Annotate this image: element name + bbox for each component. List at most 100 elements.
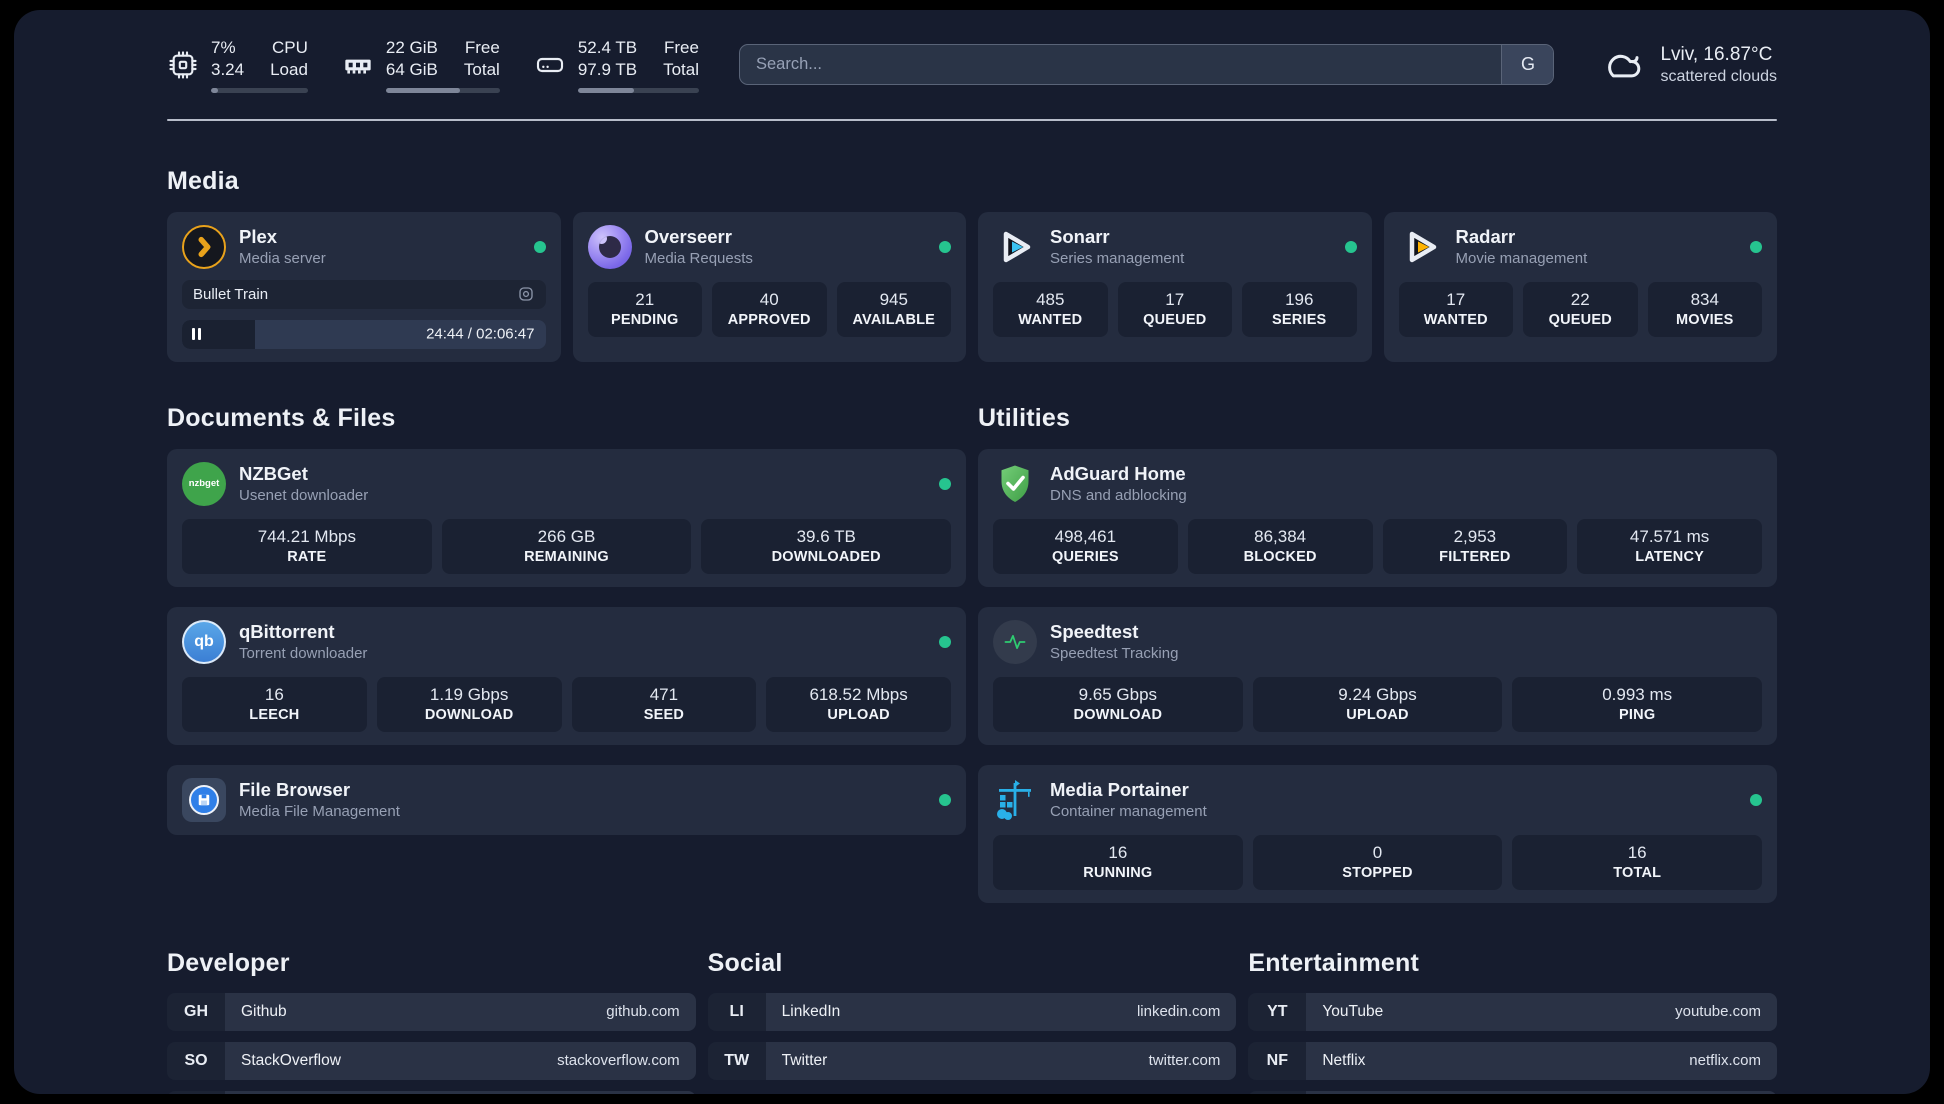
status-online-dot — [1750, 793, 1762, 806]
memory-progress-bar — [385, 87, 500, 93]
stat-box: 834 MOVIES — [1647, 281, 1762, 337]
stat-box: 39.6 TB DOWNLOADED — [701, 518, 952, 574]
bookmark-twitter[interactable]: TW Twitter twitter.com — [707, 1041, 1237, 1080]
status-online-dot — [939, 477, 951, 490]
weather-widget: Lviv, 16.87°C scattered clouds — [1600, 44, 1777, 86]
weather-condition: scattered clouds — [1660, 67, 1777, 85]
service-card-overseerr[interactable]: Overseerr Media Requests 21 PENDING 40 APP… — [572, 211, 966, 362]
documents-column: Documents & Files nzbget NZBGet Usenet d… — [167, 404, 966, 835]
search-provider-button[interactable]: G — [1501, 45, 1554, 85]
status-online-dot — [1750, 240, 1762, 253]
stat-box: 744.21 Mbps RATE — [182, 518, 432, 574]
service-card-qbittorrent[interactable]: qb qBittorrent Torrent downloader 16 LEEC… — [167, 606, 966, 745]
service-card-sonarr[interactable]: Sonarr Series management 485 WANTED 17 QUE… — [978, 211, 1372, 362]
stat-box: 9.24 Gbps UPLOAD — [1252, 676, 1503, 732]
stat-box: 498,461 QUERIES — [993, 518, 1178, 574]
disk-progress-bar — [577, 87, 699, 93]
stat-box: 16 TOTAL — [1512, 834, 1763, 890]
stat-box: 17 WANTED — [1398, 281, 1513, 337]
search-input[interactable] — [739, 45, 1502, 85]
service-title: File Browser — [239, 779, 351, 801]
stat-box: 196 SERIES — [1242, 281, 1357, 337]
hard-drive-icon — [536, 57, 563, 73]
service-title: Media Portainer — [1050, 779, 1189, 801]
stat-box: 40 APPROVED — [712, 281, 827, 337]
section-title-developer: Developer — [167, 948, 290, 977]
service-subtitle: DNS and adblocking — [1050, 487, 1187, 505]
stat-box: 16 RUNNING — [993, 834, 1243, 890]
disk-stat: 52.4 TB 97.9 TB Free Total — [534, 37, 699, 93]
plex-icon — [182, 224, 226, 269]
filebrowser-icon — [182, 777, 226, 822]
stat-box: 47.571 ms LATENCY — [1577, 518, 1762, 574]
stat-box: 2,953 FILTERED — [1382, 518, 1568, 574]
service-card-radarr[interactable]: Radarr Movie management 17 WANTED 22 QUEUE… — [1383, 211, 1777, 362]
service-subtitle: Speedtest Tracking — [1050, 645, 1179, 663]
service-subtitle: Media File Management — [239, 803, 400, 821]
memory-stat: 22 GiB 64 GiB Free Total — [342, 37, 500, 93]
status-online-dot — [939, 635, 951, 648]
now-playing-row: Bullet Train — [182, 279, 546, 309]
service-title: Plex — [239, 226, 278, 248]
service-title: Radarr — [1455, 226, 1516, 248]
memory-free-label: Free — [464, 38, 500, 57]
stat-box: 1.19 Gbps DOWNLOAD — [376, 676, 562, 732]
service-card-speedtest[interactable]: Speedtest Speedtest Tracking 9.65 Gbps DO… — [978, 606, 1777, 745]
service-card-filebrowser[interactable]: File Browser Media File Management — [167, 764, 966, 835]
memory-free-value: 22 GiB — [385, 38, 438, 57]
status-online-dot — [939, 793, 951, 806]
stat-box: 618.52 Mbps UPLOAD — [766, 676, 951, 732]
disk-total-label: Total — [663, 60, 699, 80]
qbittorrent-icon: qb — [182, 619, 226, 664]
section-title-utilities: Utilities — [978, 403, 1071, 432]
service-card-nzbget[interactable]: nzbget NZBGet Usenet downloader 744.21 M… — [167, 448, 966, 587]
overseerr-icon — [587, 224, 632, 269]
service-title: Speedtest — [1050, 621, 1139, 643]
memory-total-value: 64 GiB — [385, 60, 438, 80]
service-subtitle: Series management — [1050, 250, 1185, 268]
cpu-usage-label: CPU — [272, 38, 308, 57]
stat-box: 0 STOPPED — [1252, 834, 1503, 890]
stat-box: 945 AVAILABLE — [836, 281, 951, 337]
bookmark-youtube[interactable]: YT YouTube youtube.com — [1248, 992, 1777, 1031]
cpu-load-label: Load — [270, 60, 308, 80]
stat-box: 22 QUEUED — [1523, 281, 1638, 337]
service-subtitle: Movie management — [1455, 250, 1588, 268]
radarr-icon — [1399, 225, 1443, 269]
bookmark-dev[interactable]: DT DEVdev.to — [167, 1090, 696, 1094]
section-title-documents: Documents & Files — [167, 403, 396, 432]
bookmark-reddit[interactable]: RE Redditreddit.com — [1248, 1090, 1777, 1094]
sonarr-icon — [993, 225, 1037, 269]
stat-box: 9.65 Gbps DOWNLOAD — [993, 676, 1243, 732]
cpu-progress-bar — [211, 87, 308, 93]
pause-icon[interactable] — [192, 328, 201, 341]
player-progress-bar[interactable]: 24:44 / 02:06:47 — [182, 319, 546, 349]
stat-box: 21 PENDING — [587, 281, 702, 337]
section-title-social: Social — [707, 948, 783, 977]
now-playing-title: Bullet Train — [193, 285, 269, 303]
media-source-icon[interactable] — [517, 285, 535, 303]
bookmark-github[interactable]: GH Github github.com — [167, 992, 696, 1031]
stat-box: 86,384 BLOCKED — [1187, 518, 1373, 574]
search-bar: G — [738, 44, 1555, 86]
service-subtitle: Media server — [239, 250, 326, 268]
cloud-icon — [1608, 54, 1641, 78]
stat-box: 16 LEECH — [182, 676, 367, 732]
bookmark-stackoverflow[interactable]: SO StackOverflow stackoverflow.com — [167, 1041, 696, 1080]
bookmark-netflix[interactable]: NF Netflix netflix.com — [1248, 1041, 1777, 1080]
service-card-adguard[interactable]: AdGuard Home DNS and adblocking 498,461 Q… — [978, 448, 1777, 587]
service-title: qBittorrent — [239, 621, 335, 643]
bookmarks-social: Social LI LinkedIn linkedin.com TW Twitte… — [707, 948, 1237, 1094]
weather-location: Lviv, 16.87°C — [1660, 43, 1773, 65]
ram-icon — [345, 59, 371, 74]
disk-free-value: 52.4 TB — [577, 38, 638, 57]
service-card-portainer[interactable]: Media Portainer Container management 16 R… — [978, 764, 1777, 903]
cpu-chip-icon — [169, 51, 197, 79]
section-title-media: Media — [167, 166, 239, 195]
service-title: Overseerr — [644, 226, 732, 248]
service-subtitle: Torrent downloader — [239, 645, 368, 663]
bookmark-linkedin[interactable]: LI LinkedIn linkedin.com — [707, 992, 1237, 1031]
service-title: Sonarr — [1050, 226, 1110, 248]
stat-box: 471 SEED — [571, 676, 757, 732]
service-card-plex[interactable]: Plex Media server Bullet Train 24:44 / 0… — [167, 211, 561, 362]
